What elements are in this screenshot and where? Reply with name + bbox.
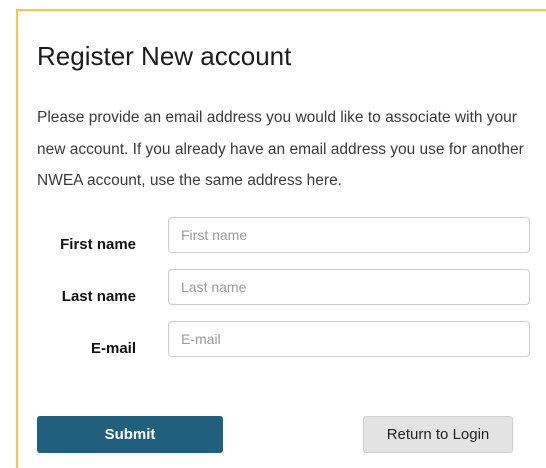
last-name-label: Last name (61, 288, 136, 305)
register-card: Register New account Please provide an e… (16, 9, 546, 468)
last-name-input[interactable] (168, 269, 530, 305)
first-name-label: First name (60, 236, 136, 253)
intro-text: Please provide an email address you woul… (37, 109, 524, 189)
page-title: Register New account (37, 41, 292, 71)
submit-button[interactable]: Submit (37, 416, 223, 453)
email-label: E-mail (90, 340, 136, 357)
return-to-login-button[interactable]: Return to Login (363, 416, 513, 453)
email-input[interactable] (168, 321, 530, 357)
first-name-input[interactable] (168, 217, 530, 253)
